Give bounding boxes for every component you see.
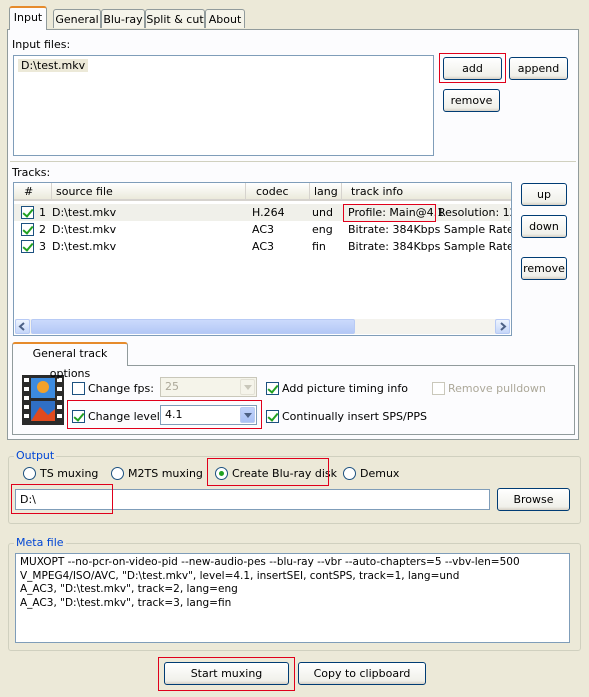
tab-input[interactable]: Input <box>9 6 47 30</box>
column-header-lang[interactable]: lang <box>310 183 342 201</box>
track-codec: H.264 <box>252 206 285 219</box>
track-info: Bitrate: 384Kbps Sample Rate: 48l <box>348 240 511 253</box>
input-files-list[interactable]: D:\test.mkv <box>13 55 434 156</box>
track-num: 1 <box>39 206 46 219</box>
tab-bluray[interactable]: Blu-ray <box>101 9 145 28</box>
tab-input-label: Input <box>13 11 43 24</box>
change-fps-label: Change fps: <box>88 382 154 395</box>
chevron-left-icon <box>18 322 25 331</box>
tracks-horizontal-scrollbar[interactable] <box>15 319 510 334</box>
meta-line: V_MPEG4/ISO/AVC, "D:\test.mkv", level=4.… <box>20 569 460 582</box>
fps-select-value: 25 <box>165 380 179 393</box>
demux-label: Demux <box>360 467 400 480</box>
meta-file-text[interactable]: MUXOPT --no-pcr-on-video-pid --new-audio… <box>15 553 570 643</box>
tracks-label: Tracks: <box>12 166 51 179</box>
meta-line: MUXOPT --no-pcr-on-video-pid --new-audio… <box>20 556 520 568</box>
bluray-disk-label: Create Blu-ray disk <box>232 467 337 480</box>
fps-select[interactable]: 25 <box>160 377 257 397</box>
m2ts-muxing-radio[interactable] <box>111 467 124 480</box>
track-row[interactable]: 1 D:\test.mkv H.264 und Profile: Main@4.… <box>14 204 511 221</box>
track-row[interactable]: 2 D:\test.mkv AC3 eng Bitrate: 384Kbps S… <box>14 221 511 238</box>
remove-pulldown-label: Remove pulldown <box>448 382 546 395</box>
track-lang: eng <box>312 223 333 236</box>
tab-split-cut[interactable]: Split & cut <box>145 9 205 28</box>
meta-line: A_AC3, "D:\test.mkv", track=2, lang=eng <box>20 583 238 595</box>
track-enable-checkbox[interactable] <box>21 223 34 236</box>
track-num: 2 <box>39 223 46 236</box>
column-header-track-info[interactable]: track info <box>342 183 511 201</box>
tab-split-cut-label: Split & cut <box>146 13 204 26</box>
track-down-button[interactable]: down <box>521 215 567 238</box>
add-button[interactable]: add <box>443 57 502 80</box>
remove-pulldown-checkbox[interactable] <box>432 382 445 395</box>
chevron-right-icon <box>500 322 507 331</box>
column-header-codec[interactable]: codec <box>246 183 310 201</box>
level-select[interactable]: 4.1 <box>160 405 257 425</box>
tab-general-track-options[interactable]: General track options <box>12 342 128 380</box>
input-section-separator <box>10 161 576 162</box>
track-codec: AC3 <box>252 223 275 236</box>
ts-muxing-radio[interactable] <box>23 467 36 480</box>
insert-sps-pps-checkbox[interactable] <box>266 410 279 423</box>
tab-general[interactable]: General <box>53 9 101 28</box>
tracks-list[interactable]: # source file codec lang track info 1 D:… <box>13 182 512 336</box>
output-legend: Output <box>14 449 57 462</box>
demux-radio[interactable] <box>343 467 356 480</box>
remove-file-button[interactable]: remove <box>443 89 500 112</box>
track-info: Bitrate: 384Kbps Sample Rate: 48l <box>348 223 511 236</box>
track-enable-checkbox[interactable] <box>21 206 34 219</box>
level-select-value: 4.1 <box>165 408 183 421</box>
track-lang: fin <box>312 240 326 253</box>
track-source-file: D:\test.mkv <box>52 240 117 253</box>
insert-sps-pps-label: Continually insert SPS/PPS <box>282 410 427 423</box>
bluray-disk-radio[interactable] <box>215 467 228 480</box>
column-header-source-file[interactable]: source file <box>52 183 246 201</box>
track-row[interactable]: 3 D:\test.mkv AC3 fin Bitrate: 384Kbps S… <box>14 238 511 255</box>
track-lang: und <box>312 206 333 219</box>
track-options-panel <box>12 365 575 435</box>
change-level-label: Change level: <box>88 410 164 423</box>
column-header-num[interactable]: # <box>14 183 52 201</box>
meta-line: A_AC3, "D:\test.mkv", track=3, lang=fin <box>20 596 232 609</box>
input-files-label: Input files: <box>12 38 71 51</box>
add-picture-timing-checkbox[interactable] <box>266 382 279 395</box>
copy-to-clipboard-button[interactable]: Copy to clipboard <box>298 662 426 685</box>
chevron-down-icon <box>240 379 255 395</box>
track-enable-checkbox[interactable] <box>21 240 34 253</box>
add-picture-timing-label: Add picture timing info <box>282 382 408 395</box>
scroll-left-button[interactable] <box>15 319 30 334</box>
input-file-item[interactable]: D:\test.mkv <box>18 59 89 72</box>
track-info-profile: Profile: Main@4.1 <box>348 206 445 219</box>
track-up-button[interactable]: up <box>521 183 567 206</box>
ts-muxing-label: TS muxing <box>40 467 99 480</box>
tab-about-label: About <box>208 13 242 26</box>
track-source-file: D:\test.mkv <box>52 206 117 219</box>
change-level-checkbox[interactable] <box>72 410 85 423</box>
track-codec: AC3 <box>252 240 275 253</box>
track-remove-button[interactable]: remove <box>521 257 567 280</box>
track-info-resolution: Resolution: 128 <box>438 206 511 219</box>
append-button[interactable]: append <box>509 57 568 80</box>
scroll-right-button[interactable] <box>495 319 510 334</box>
tab-general-label: General <box>55 13 99 26</box>
meta-file-legend: Meta file <box>14 536 66 549</box>
tab-bluray-label: Blu-ray <box>103 13 143 26</box>
track-num: 3 <box>39 240 46 253</box>
chevron-down-icon <box>240 407 255 423</box>
start-muxing-button[interactable]: Start muxing <box>164 662 289 685</box>
tab-about[interactable]: About <box>205 9 245 28</box>
m2ts-muxing-label: M2TS muxing <box>128 467 203 480</box>
output-path-field[interactable]: D:\ <box>15 489 490 510</box>
scroll-thumb[interactable] <box>31 319 355 334</box>
track-source-file: D:\test.mkv <box>52 223 117 236</box>
browse-button[interactable]: Browse <box>497 488 570 511</box>
